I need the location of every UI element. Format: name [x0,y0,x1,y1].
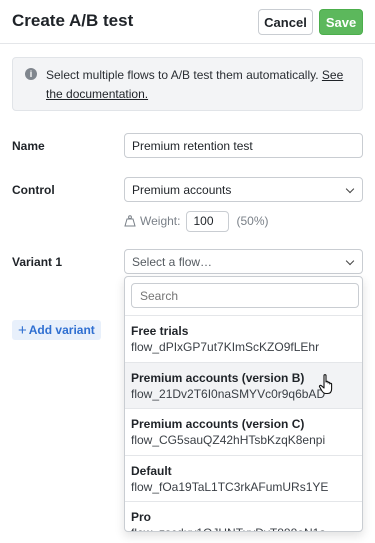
info-banner: i Select multiple flows to A/B test them… [12,57,363,111]
weight-input[interactable] [186,210,230,232]
flow-option-name: Free trials [131,324,189,338]
flow-option-id: flow_zscduy1QJHNTuvDyT888oN1a [131,525,358,531]
name-input[interactable] [124,133,363,158]
flow-list: Free trials flow_dPIxGP7ut7KImScKZO9fLEh… [125,315,362,531]
info-icon: i [25,68,37,80]
control-select[interactable]: Premium accounts [124,177,363,202]
info-text: Select multiple flows to A/B test them a… [46,66,356,104]
control-label: Control [12,183,55,197]
flow-option-id: flow_CG5sauQZ42hHTsbKzqK8enpi [131,433,326,447]
page-title: Create A/B test [12,11,134,30]
flow-option[interactable]: Premium accounts (version B) flow_21Dv2T… [125,361,362,408]
chevron-down-icon [345,256,355,266]
flow-option-name: Premium accounts (version C) [131,417,305,431]
chevron-down-icon [345,184,355,194]
dialog-header: Create A/B test Cancel Save [0,0,375,44]
add-variant-button[interactable]: + Add variant [12,320,101,340]
add-variant-label: Add variant [28,323,95,337]
variant-select-placeholder: Select a flow… [132,254,213,269]
weight-row: Weight: (50%) [124,210,268,232]
cancel-button[interactable]: Cancel [258,9,313,35]
flow-option-id: flow_dPIxGP7ut7KImScKZO9fLEhr [131,340,320,354]
flow-option-name: Pro [131,510,152,524]
flow-option[interactable]: Pro flow_zscduy1QJHNTuvDyT888oN1a [125,501,362,531]
flow-option[interactable]: Free trials flow_dPIxGP7ut7KImScKZO9fLEh… [125,315,362,362]
flow-option[interactable]: Premium accounts (version C) flow_CG5sau… [125,408,362,455]
weight-icon [124,215,136,227]
control-select-value: Premium accounts [132,182,232,197]
variant-label: Variant 1 [12,255,63,269]
flow-dropdown: Free trials flow_dPIxGP7ut7KImScKZO9fLEh… [124,276,363,532]
flow-search-input[interactable] [131,283,359,308]
name-label: Name [12,139,45,153]
flow-option[interactable]: Default flow_fOa19TaL1TC3rkAFumURs1YE [125,454,362,502]
plus-icon: + [18,321,27,339]
variant-select[interactable]: Select a flow… [124,249,363,274]
flow-option-id: flow_fOa19TaL1TC3rkAFumURs1YE [131,479,329,494]
hand-pointer-icon [318,373,333,394]
weight-percent: (50%) [236,214,269,228]
flow-option-name: Default [131,463,172,478]
weight-label: Weight: [140,214,181,228]
save-button[interactable]: Save [319,9,363,35]
info-message: Select multiple flows to A/B test them a… [46,68,322,82]
